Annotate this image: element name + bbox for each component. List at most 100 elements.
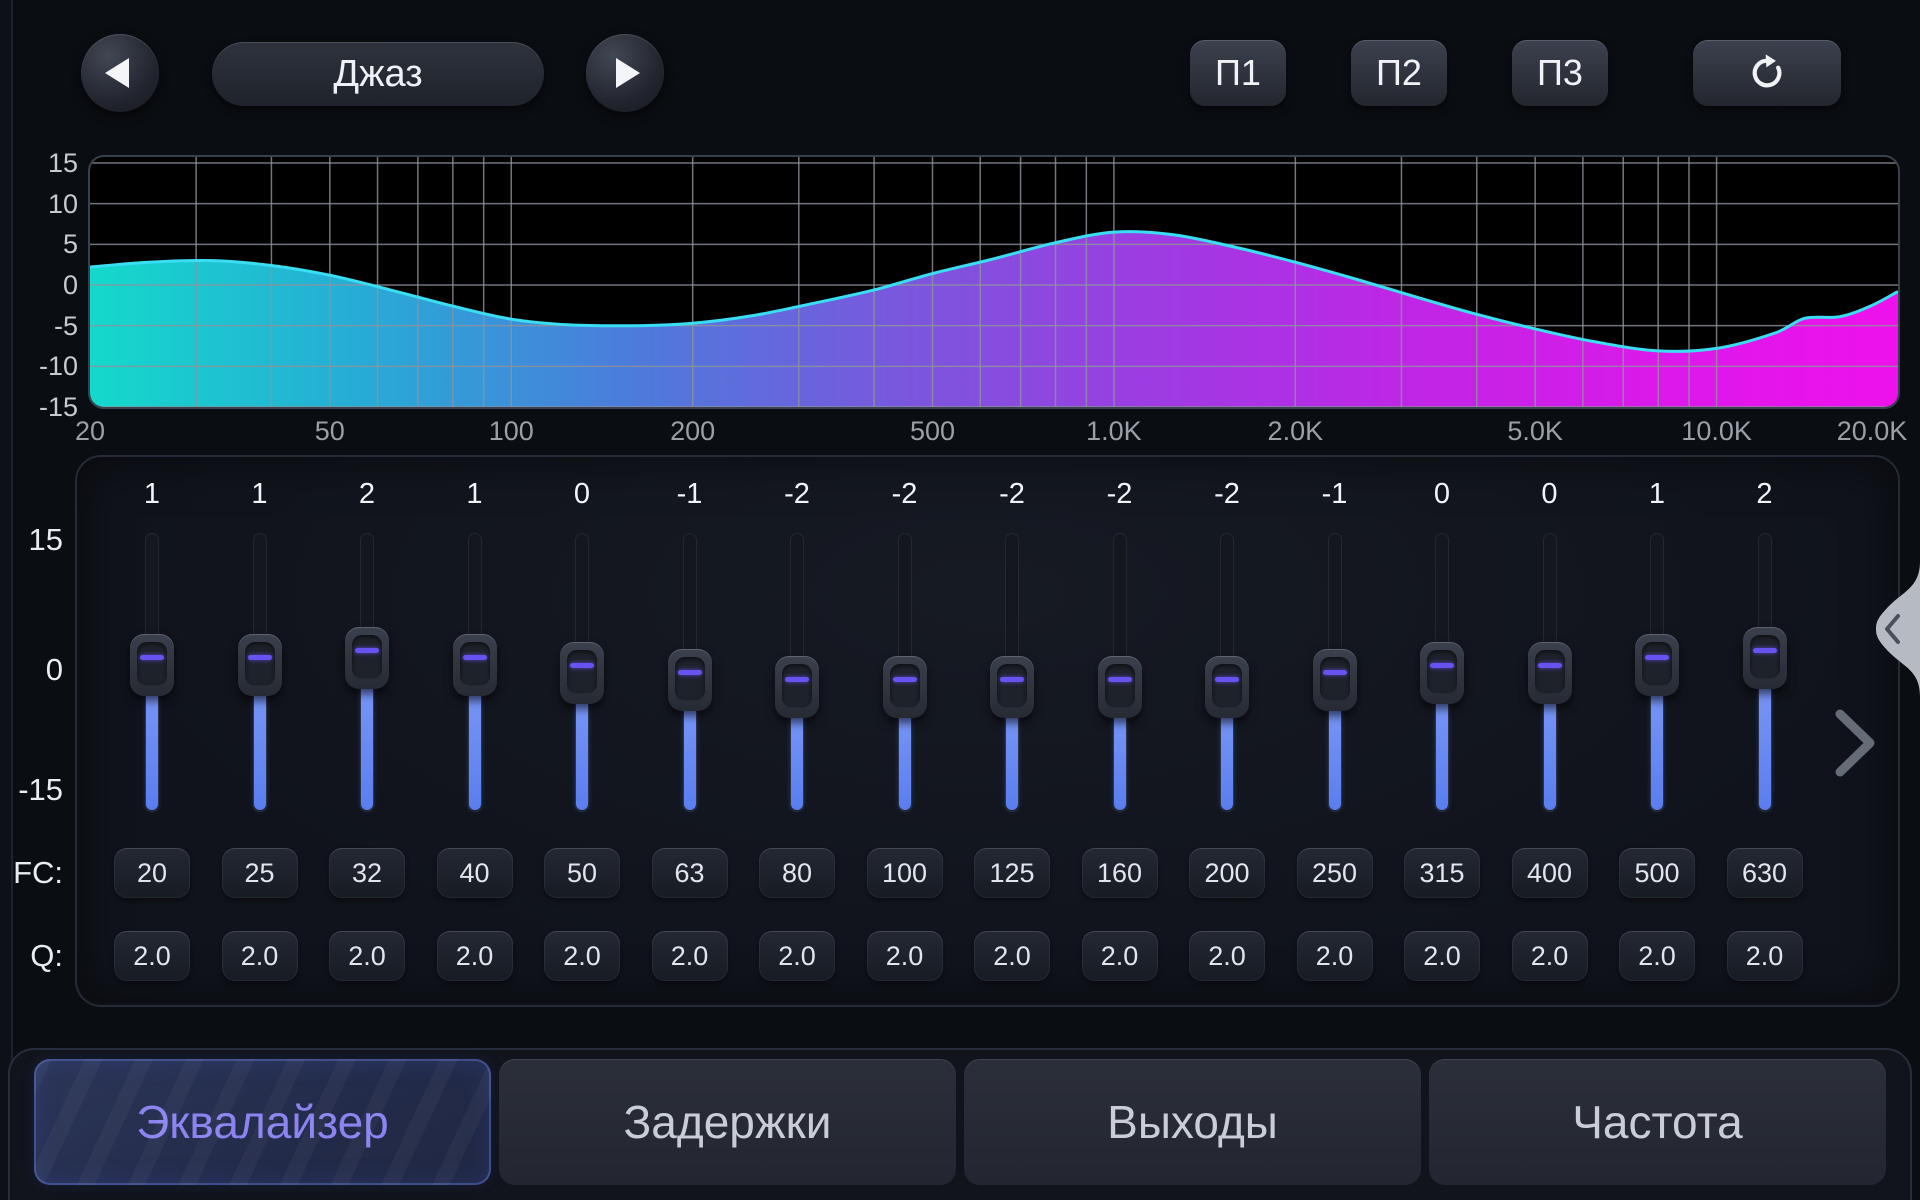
db-tick-label: -10 bbox=[0, 353, 78, 380]
band-fc-button[interactable]: 315 bbox=[1404, 848, 1480, 898]
slider-handle-dash-icon bbox=[1753, 648, 1777, 653]
freq-tick-label: 50 bbox=[270, 416, 390, 447]
band-slider-fill bbox=[899, 703, 911, 810]
memory-preset-3-label: П3 bbox=[1537, 52, 1583, 94]
band-slider-handle[interactable] bbox=[1205, 656, 1249, 718]
graph-db-axis: 151050-5-10-15 bbox=[0, 157, 78, 407]
band-gain-value: -2 bbox=[743, 478, 851, 511]
band-slider-fill bbox=[1759, 674, 1771, 810]
slider-handle-inner bbox=[352, 635, 382, 679]
band-slider-handle[interactable] bbox=[560, 642, 604, 704]
band-q-button[interactable]: 2.0 bbox=[114, 931, 190, 981]
band-slider-fill bbox=[1651, 681, 1663, 810]
next-bands-button[interactable] bbox=[1832, 708, 1880, 778]
band-slider-handle[interactable] bbox=[1635, 634, 1679, 696]
freq-tick-label: 20.0K bbox=[1812, 416, 1920, 447]
slider-handle-inner bbox=[997, 664, 1027, 708]
band-q-button[interactable]: 2.0 bbox=[1727, 931, 1803, 981]
band-q-button[interactable]: 2.0 bbox=[1189, 931, 1265, 981]
band-slider-handle[interactable] bbox=[668, 649, 712, 711]
band-q-button[interactable]: 2.0 bbox=[974, 931, 1050, 981]
arrow-left-icon bbox=[105, 58, 129, 88]
band-fc-button[interactable]: 80 bbox=[759, 848, 835, 898]
band-q-button[interactable]: 2.0 bbox=[1297, 931, 1373, 981]
band-slider-fill bbox=[1436, 689, 1448, 811]
memory-preset-3-button[interactable]: П3 bbox=[1512, 40, 1608, 106]
band-q-button[interactable]: 2.0 bbox=[437, 931, 513, 981]
band-q-button[interactable]: 2.0 bbox=[222, 931, 298, 981]
band-slider-handle[interactable] bbox=[1313, 649, 1357, 711]
band-slider-handle[interactable] bbox=[1420, 642, 1464, 704]
preset-prev-button[interactable] bbox=[81, 34, 159, 112]
slider-handle-dash-icon bbox=[1538, 663, 1562, 668]
band-slider-handle[interactable] bbox=[990, 656, 1034, 718]
slider-handle-dash-icon bbox=[1108, 677, 1132, 682]
band-fc-button[interactable]: 400 bbox=[1512, 848, 1588, 898]
q-row-label: Q: bbox=[0, 940, 63, 971]
band-slider-handle[interactable] bbox=[883, 656, 927, 718]
band-fc-button[interactable]: 250 bbox=[1297, 848, 1373, 898]
reset-button[interactable] bbox=[1693, 40, 1841, 106]
band-gain-value: 1 bbox=[98, 478, 206, 511]
band-gain-value: -2 bbox=[851, 478, 959, 511]
band-fc-button[interactable]: 63 bbox=[652, 848, 728, 898]
band-slider-handle[interactable] bbox=[130, 634, 174, 696]
band-q-button[interactable]: 2.0 bbox=[1082, 931, 1158, 981]
band-q-button[interactable]: 2.0 bbox=[1404, 931, 1480, 981]
freq-tick-label: 10.0K bbox=[1657, 416, 1777, 447]
band-fc-button[interactable]: 50 bbox=[544, 848, 620, 898]
band-slider-handle[interactable] bbox=[238, 634, 282, 696]
band-slider-fill bbox=[576, 689, 588, 811]
db-tick-label: -5 bbox=[0, 313, 78, 340]
slider-handle-inner bbox=[1320, 657, 1350, 701]
slider-handle-inner bbox=[1427, 650, 1457, 694]
band-slider-handle[interactable] bbox=[345, 627, 389, 689]
db-tick-label: 15 bbox=[0, 150, 78, 177]
band-slider-handle[interactable] bbox=[453, 634, 497, 696]
side-panel-pull-tab[interactable] bbox=[1864, 561, 1920, 697]
slider-handle-inner bbox=[890, 664, 920, 708]
band-q-button[interactable]: 2.0 bbox=[759, 931, 835, 981]
band-q-button[interactable]: 2.0 bbox=[544, 931, 620, 981]
band-fc-button[interactable]: 200 bbox=[1189, 848, 1265, 898]
band-q-button[interactable]: 2.0 bbox=[652, 931, 728, 981]
preset-name-label: Джаз bbox=[333, 53, 422, 96]
band-slider-handle[interactable] bbox=[1098, 656, 1142, 718]
band-slider-handle[interactable] bbox=[775, 656, 819, 718]
band-gain-value: -2 bbox=[1173, 478, 1281, 511]
band-slider-fill bbox=[1221, 703, 1233, 810]
band-fc-button[interactable]: 40 bbox=[437, 848, 513, 898]
band-fc-button[interactable]: 20 bbox=[114, 848, 190, 898]
memory-preset-2-button[interactable]: П2 bbox=[1351, 40, 1447, 106]
band-q-button[interactable]: 2.0 bbox=[1512, 931, 1588, 981]
band-q-button[interactable]: 2.0 bbox=[329, 931, 405, 981]
slider-handle-dash-icon bbox=[248, 655, 272, 660]
band-fc-button[interactable]: 100 bbox=[867, 848, 943, 898]
tab-задержки[interactable]: Задержки bbox=[499, 1059, 956, 1185]
eq-bands-panel bbox=[75, 455, 1900, 1007]
band-fc-button[interactable]: 500 bbox=[1619, 848, 1695, 898]
band-slider-fill bbox=[146, 681, 158, 810]
slider-handle-dash-icon bbox=[1323, 670, 1347, 675]
band-fc-button[interactable]: 125 bbox=[974, 848, 1050, 898]
memory-preset-1-label: П1 bbox=[1215, 52, 1261, 94]
band-fc-button[interactable]: 25 bbox=[222, 848, 298, 898]
slider-handle-inner bbox=[460, 642, 490, 686]
band-slider-handle[interactable] bbox=[1528, 642, 1572, 704]
band-gain-value: 0 bbox=[1496, 478, 1604, 511]
tab-эквалайзер[interactable]: Эквалайзер bbox=[34, 1059, 491, 1185]
band-q-button[interactable]: 2.0 bbox=[1619, 931, 1695, 981]
freq-tick-label: 1.0K bbox=[1054, 416, 1174, 447]
band-fc-button[interactable]: 160 bbox=[1082, 848, 1158, 898]
preset-name-display[interactable]: Джаз bbox=[212, 42, 544, 106]
slider-handle-inner bbox=[1535, 650, 1565, 694]
tab-частота[interactable]: Частота bbox=[1429, 1059, 1886, 1185]
band-q-button[interactable]: 2.0 bbox=[867, 931, 943, 981]
band-slider-handle[interactable] bbox=[1743, 627, 1787, 689]
band-gain-value: -2 bbox=[958, 478, 1066, 511]
band-fc-button[interactable]: 32 bbox=[329, 848, 405, 898]
band-fc-button[interactable]: 630 bbox=[1727, 848, 1803, 898]
tab-выходы[interactable]: Выходы bbox=[964, 1059, 1421, 1185]
memory-preset-1-button[interactable]: П1 bbox=[1190, 40, 1286, 106]
preset-next-button[interactable] bbox=[586, 34, 664, 112]
